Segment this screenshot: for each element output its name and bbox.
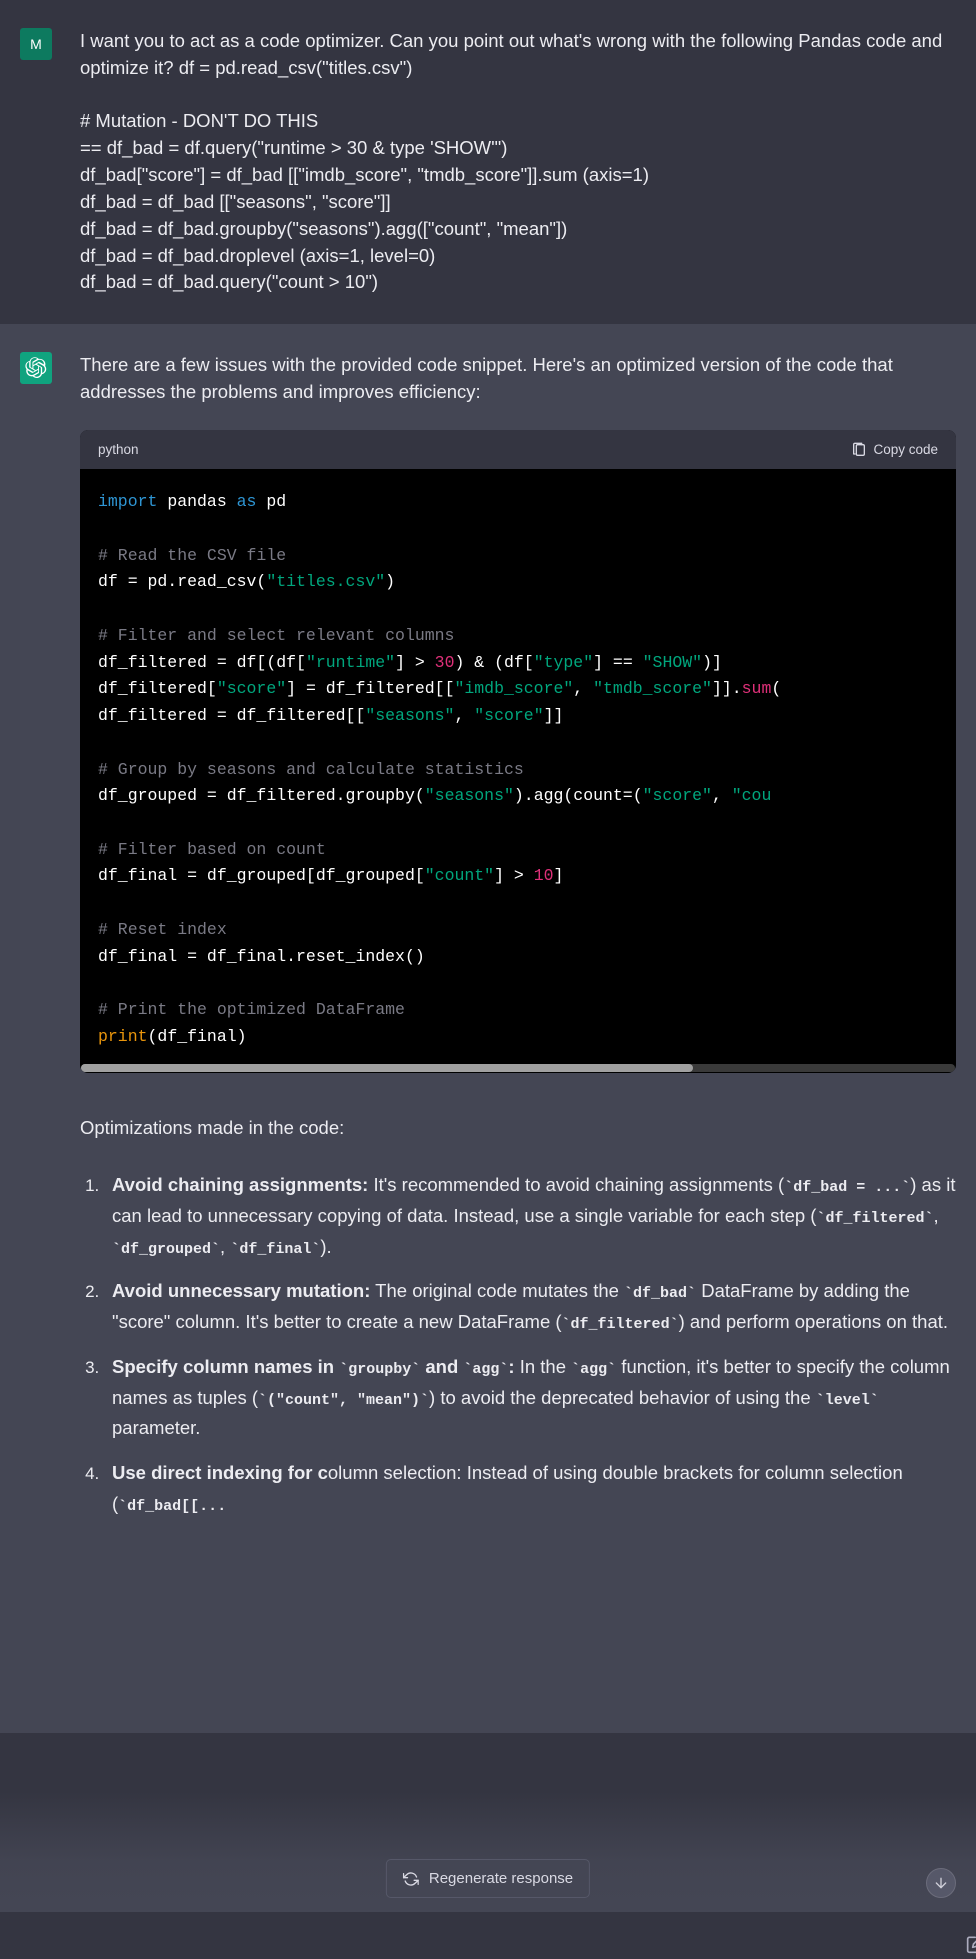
assistant-intro-text: There are a few issues with the provided… (80, 352, 956, 406)
clipboard-icon (851, 442, 867, 458)
regenerate-button[interactable]: Regenerate response (386, 1859, 590, 1898)
user-avatar: M (20, 28, 52, 60)
code-content[interactable]: import pandas as pd # Read the CSV file … (80, 469, 956, 1064)
copy-code-button[interactable]: Copy code (851, 440, 938, 460)
optimizations-list: Avoid chaining assignments: It's recomme… (80, 1170, 956, 1519)
regenerate-label: Regenerate response (429, 1870, 573, 1887)
code-block: python Copy code import pandas as pd # R… (80, 430, 956, 1074)
copy-code-label: Copy code (873, 440, 938, 460)
edit-icon[interactable] (966, 1934, 976, 1954)
code-header: python Copy code (80, 430, 956, 470)
user-message-text: I want you to act as a code optimizer. C… (80, 28, 956, 296)
assistant-avatar (20, 352, 52, 384)
code-scrollbar-track[interactable] (81, 1064, 955, 1072)
optimization-item: Avoid unnecessary mutation: The original… (104, 1276, 956, 1338)
optimizations-heading: Optimizations made in the code: (80, 1115, 956, 1142)
scroll-down-button[interactable] (926, 1868, 956, 1898)
refresh-icon (403, 1871, 419, 1887)
code-language-label: python (98, 440, 139, 460)
code-body: import pandas as pd # Read the CSV file … (80, 469, 956, 1073)
optimization-item: Use direct indexing for column selection… (104, 1458, 956, 1519)
code-scrollbar-thumb[interactable] (81, 1064, 693, 1072)
assistant-content: There are a few issues with the provided… (80, 352, 956, 1533)
avatar-letter: M (30, 36, 42, 52)
optimization-item: Specify column names in `groupby` and `a… (104, 1352, 956, 1444)
assistant-message: There are a few issues with the provided… (0, 324, 976, 1733)
arrow-down-icon (933, 1875, 949, 1891)
optimization-item: Avoid chaining assignments: It's recomme… (104, 1170, 956, 1262)
user-message: M I want you to act as a code optimizer.… (0, 0, 976, 324)
